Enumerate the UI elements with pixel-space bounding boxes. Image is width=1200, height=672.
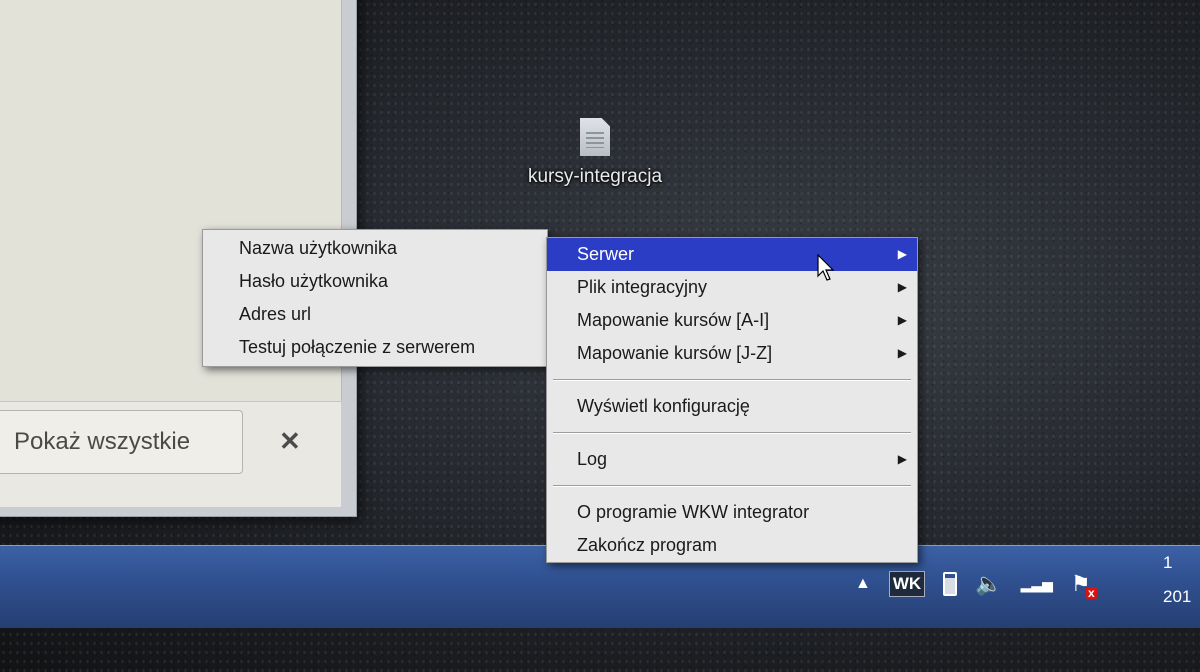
menu-separator (553, 432, 911, 434)
menu-item-server[interactable]: Serwer ▶ (547, 238, 917, 271)
menu-item-label: Zakończ program (577, 535, 718, 555)
menu-item-label: Wyświetl konfigurację (577, 396, 750, 416)
menu-item-log[interactable]: Log ▶ (547, 443, 917, 476)
volume-icon[interactable]: 🔈 (975, 573, 1002, 595)
menu-item-label: Plik integracyjny (577, 277, 708, 297)
menu-separator (553, 485, 911, 487)
show-all-button[interactable]: Pokaż wszystkie (0, 410, 243, 474)
menu-separator (553, 379, 911, 381)
clock[interactable]: 1 201 (1163, 546, 1191, 614)
menu-item-label: O programie WKW integrator (577, 502, 810, 522)
clock-date: 201 (1163, 587, 1192, 606)
menu-item-show-config[interactable]: Wyświetl konfigurację (547, 390, 917, 423)
menu-item-course-mapping-a-i[interactable]: Mapowanie kursów [A-I] ▶ (547, 304, 917, 337)
mouse-cursor-icon (817, 254, 835, 281)
system-tray: ▲ WK 🔈 ▂▃▅ ⚑ x (855, 554, 1097, 614)
action-center-flag-icon[interactable]: ⚑ x (1071, 573, 1097, 599)
downloads-bar: Pokaż wszystkie ✕ (0, 401, 341, 507)
menu-item-label: Log (577, 449, 608, 469)
menu-item-label: Mapowanie kursów [A-I] (577, 310, 770, 330)
desktop-file-shortcut[interactable]: kursy-integracja (500, 118, 690, 188)
text-file-icon (580, 118, 610, 156)
show-hidden-icons-icon[interactable]: ▲ (855, 576, 871, 592)
network-signal-icon[interactable]: ▂▃▅ (1021, 577, 1053, 591)
submenu-arrow-icon: ▶ (897, 280, 907, 294)
submenu-arrow-icon: ▶ (897, 313, 907, 327)
submenu-arrow-icon: ▶ (897, 247, 907, 261)
menu-item-label: Mapowanie kursów [J-Z] (577, 343, 773, 363)
server-submenu: Nazwa użytkownika Hasło użytkownika Adre… (202, 229, 548, 367)
menu-item-about[interactable]: O programie WKW integrator (547, 496, 917, 529)
desktop-screen: Pokaż wszystkie ✕ kursy-integracja ▲ WK … (0, 0, 1200, 672)
menu-item-course-mapping-j-z[interactable]: Mapowanie kursów [J-Z] ▶ (547, 337, 917, 370)
menu-item-test-connection[interactable]: Testuj połączenie z serwerem (203, 331, 547, 364)
tray-context-menu: Serwer ▶ Plik integracyjny ▶ Mapowanie k… (546, 237, 918, 563)
battery-icon[interactable] (943, 572, 958, 596)
desktop-icon-label: kursy-integracja (527, 166, 663, 187)
menu-item-integration-file[interactable]: Plik integracyjny ▶ (547, 271, 917, 304)
menu-item-exit[interactable]: Zakończ program (547, 529, 917, 562)
menu-item-url[interactable]: Adres url (203, 298, 547, 331)
submenu-arrow-icon: ▶ (897, 452, 907, 466)
submenu-arrow-icon: ▶ (897, 346, 907, 360)
menu-item-username[interactable]: Nazwa użytkownika (203, 232, 547, 265)
wkw-integrator-tray-icon[interactable]: WK (888, 571, 926, 597)
clock-time: 1 (1163, 553, 1173, 572)
menu-item-label: Serwer (577, 244, 635, 264)
close-icon[interactable]: ✕ (279, 426, 301, 457)
menu-item-password[interactable]: Hasło użytkownika (203, 265, 547, 298)
